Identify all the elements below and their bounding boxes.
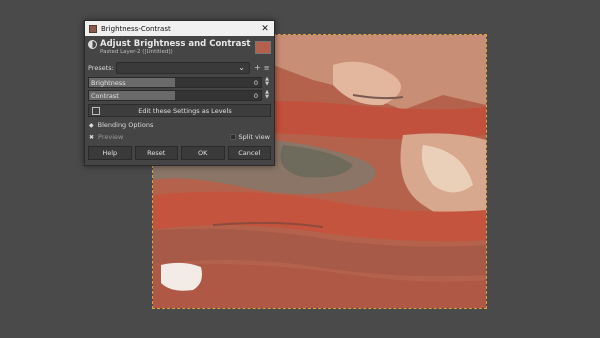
presets-row: Presets: ⌄ + ≡ — [85, 60, 274, 75]
edit-as-levels-button[interactable]: Edit these Settings as Levels — [88, 104, 271, 117]
contrast-spin-icon[interactable]: ▲ ▼ — [263, 90, 271, 101]
contrast-slider-row: Contrast 0 ▲ ▼ — [88, 90, 271, 101]
presets-combo[interactable]: ⌄ — [116, 61, 250, 74]
levels-button-label: Edit these Settings as Levels — [138, 106, 232, 115]
brightness-slider-row: Brightness 0 ▲ ▼ — [88, 77, 271, 88]
expander-arrow-icon: ◆ — [89, 121, 94, 129]
brightness-value: 0 — [253, 79, 259, 87]
cancel-button[interactable]: Cancel — [227, 146, 271, 160]
split-view-checkbox[interactable] — [229, 134, 236, 140]
contrast-slider[interactable]: Contrast 0 — [88, 90, 263, 101]
plus-icon[interactable]: + — [254, 63, 261, 72]
layer-thumbnail — [255, 40, 271, 54]
dialog-buttons: Help Reset OK Cancel — [85, 146, 274, 160]
menu-icon[interactable]: ≡ — [264, 64, 270, 72]
dialog-titlebar[interactable]: Brightness-Contrast ✕ — [85, 21, 274, 36]
reset-button[interactable]: Reset — [134, 146, 178, 160]
window-title: Brightness-Contrast — [101, 24, 171, 33]
blending-options-expander[interactable]: ◆ Blending Options — [85, 119, 274, 131]
gimp-icon — [89, 24, 97, 33]
preview-row: ✖ Preview Split view — [85, 131, 274, 143]
brightness-spin-icon[interactable]: ▲ ▼ — [263, 77, 271, 88]
dialog-header: Adjust Brightness and Contrast Pasted La… — [85, 36, 274, 58]
ok-button[interactable]: OK — [181, 146, 225, 160]
brightness-label: Brightness — [91, 79, 126, 87]
blending-options-label: Blending Options — [97, 121, 154, 129]
help-button[interactable]: Help — [88, 146, 132, 160]
preview-checkbox[interactable]: ✖ — [89, 134, 94, 141]
close-icon[interactable]: ✕ — [256, 24, 274, 34]
brightness-slider[interactable]: Brightness 0 — [88, 77, 263, 88]
brightness-contrast-icon — [88, 39, 97, 49]
contrast-value: 0 — [253, 92, 259, 100]
presets-label: Presets: — [88, 63, 114, 72]
split-view-label: Split view — [238, 133, 270, 141]
preview-label: Preview — [98, 133, 124, 141]
header-title: Adjust Brightness and Contrast — [100, 38, 251, 49]
chevron-down-icon: ⌄ — [238, 62, 245, 72]
brightness-contrast-dialog[interactable]: Brightness-Contrast ✕ Adjust Brightness … — [84, 20, 275, 166]
contrast-label: Contrast — [91, 92, 119, 100]
levels-icon — [92, 106, 100, 115]
header-subtitle: Pasted Layer-2 ([Untitled]) — [100, 48, 173, 55]
